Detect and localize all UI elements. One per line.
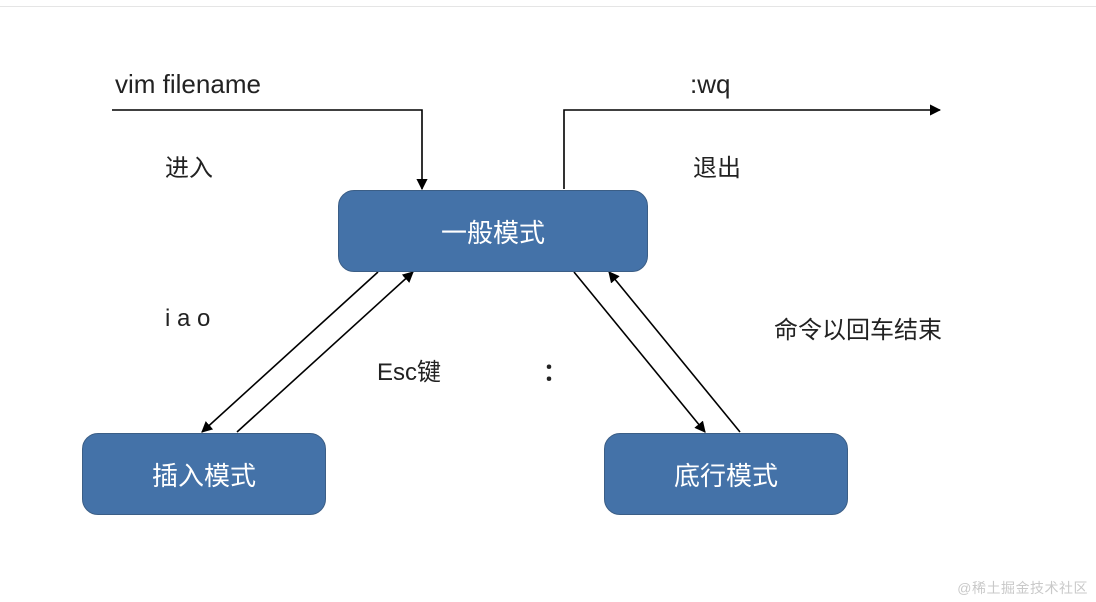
node-normal-mode: 一般模式 [338,190,648,272]
entry-command-label: vim filename [115,69,261,100]
entry-label: 进入 [165,148,213,183]
edge-exit [564,110,940,189]
watermark: @稀土掘金技术社区 [957,578,1088,598]
edge-to-insert [202,272,378,432]
node-insert-mode-label: 插入模式 [152,456,256,493]
edge-from-command-label: 命令以回车结束 [774,310,942,345]
node-command-mode: 底行模式 [604,433,848,515]
node-command-mode-label: 底行模式 [674,456,778,493]
node-insert-mode: 插入模式 [82,433,326,515]
top-rule [0,6,1096,7]
edge-from-command [609,272,740,432]
edge-to-command [574,272,705,432]
exit-command-label: :wq [690,69,730,100]
node-normal-mode-label: 一般模式 [441,213,545,250]
edge-entry [112,110,422,189]
edge-to-command-label: ： [543,352,567,387]
edge-from-insert-label: Esc键 [377,352,441,387]
edge-to-insert-label: i a o [165,305,210,333]
exit-label: 退出 [693,148,741,183]
